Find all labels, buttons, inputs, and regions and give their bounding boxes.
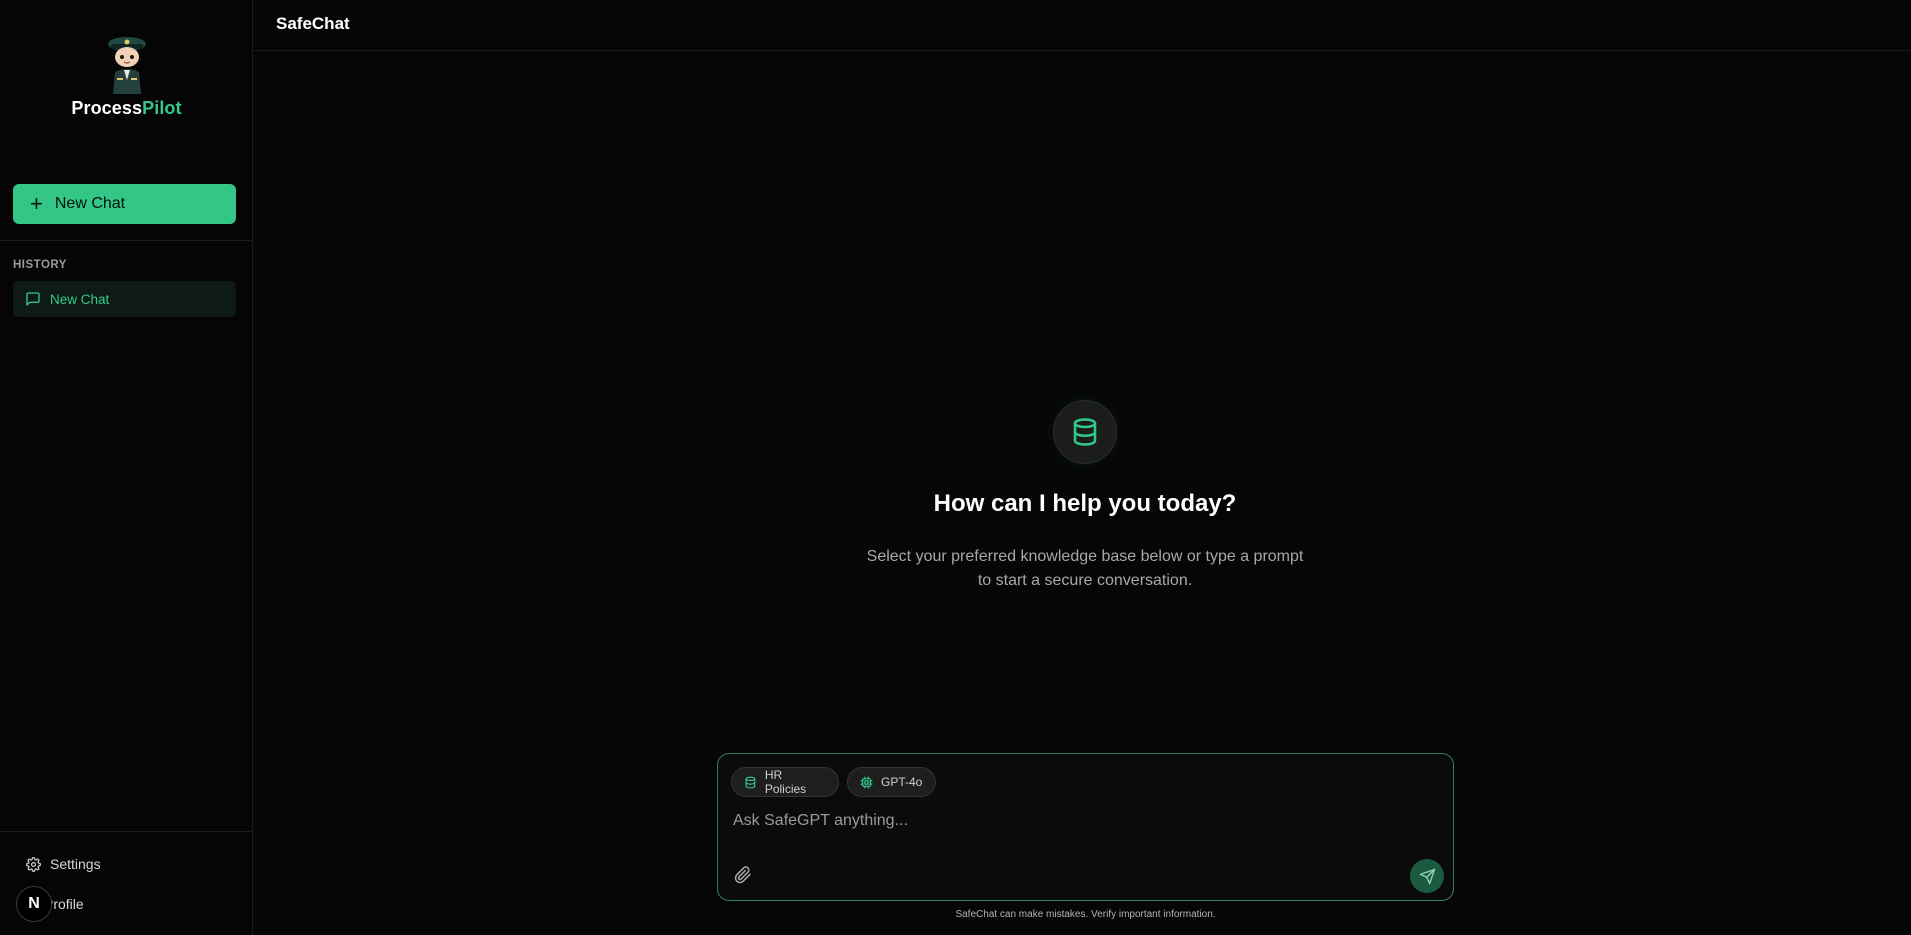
send-button[interactable] xyxy=(1410,859,1444,893)
welcome-subtext: Select your preferred knowledge base bel… xyxy=(853,545,1317,593)
pilot-mascot-icon xyxy=(107,37,146,94)
gear-icon xyxy=(26,856,41,872)
profile-link[interactable]: N Profile xyxy=(16,886,84,922)
disclaimer-text: SafeChat can make mistakes. Verify impor… xyxy=(955,909,1216,920)
logo[interactable]: ProcessPilot xyxy=(0,34,253,124)
top-bar: SafeChat xyxy=(253,0,1911,51)
send-icon xyxy=(1419,868,1435,884)
paperclip-icon xyxy=(734,866,751,884)
app-root: ProcessPilot + New Chat HISTORY New Chat… xyxy=(0,0,1911,935)
sidebar-divider-top xyxy=(0,240,252,241)
database-icon xyxy=(745,776,756,788)
message-composer: HR Policies GPT-4o xyxy=(717,753,1454,901)
model-chip-label: GPT-4o xyxy=(881,775,923,789)
attach-button[interactable] xyxy=(732,864,754,886)
avatar[interactable]: N xyxy=(16,886,52,922)
hero-database-badge xyxy=(1053,400,1117,464)
history-item-new-chat[interactable]: New Chat xyxy=(13,281,236,317)
new-chat-label: New Chat xyxy=(54,195,126,212)
model-chip[interactable]: GPT-4o xyxy=(847,767,936,797)
new-chat-button[interactable]: + New Chat xyxy=(13,184,236,224)
prompt-input[interactable] xyxy=(733,806,1433,836)
brand-part-process: Process xyxy=(71,98,143,118)
database-icon xyxy=(1073,418,1097,446)
settings-link[interactable]: Settings xyxy=(26,856,101,872)
welcome-subtext-line-1: Select your preferred knowledge base bel… xyxy=(866,548,1304,565)
knowledge-base-chip[interactable]: HR Policies xyxy=(731,767,839,797)
message-icon xyxy=(26,292,40,306)
welcome-subtext-line-2: to start a secure conversation. xyxy=(977,572,1193,589)
sidebar: ProcessPilot + New Chat HISTORY New Chat… xyxy=(0,0,253,935)
settings-label: Settings xyxy=(50,856,101,872)
brand-name: ProcessPilot xyxy=(71,98,181,119)
brand-part-pilot: Pilot xyxy=(142,98,182,118)
knowledge-base-chip-label: HR Policies xyxy=(764,768,807,796)
page-title: SafeChat xyxy=(276,14,350,33)
sidebar-divider-bottom xyxy=(0,831,252,832)
history-item-label: New Chat xyxy=(50,291,110,307)
welcome-heading: How can I help you today? xyxy=(933,490,1237,517)
cpu-icon xyxy=(860,775,873,789)
plus-icon: + xyxy=(30,191,43,216)
history-heading: HISTORY xyxy=(13,259,67,271)
